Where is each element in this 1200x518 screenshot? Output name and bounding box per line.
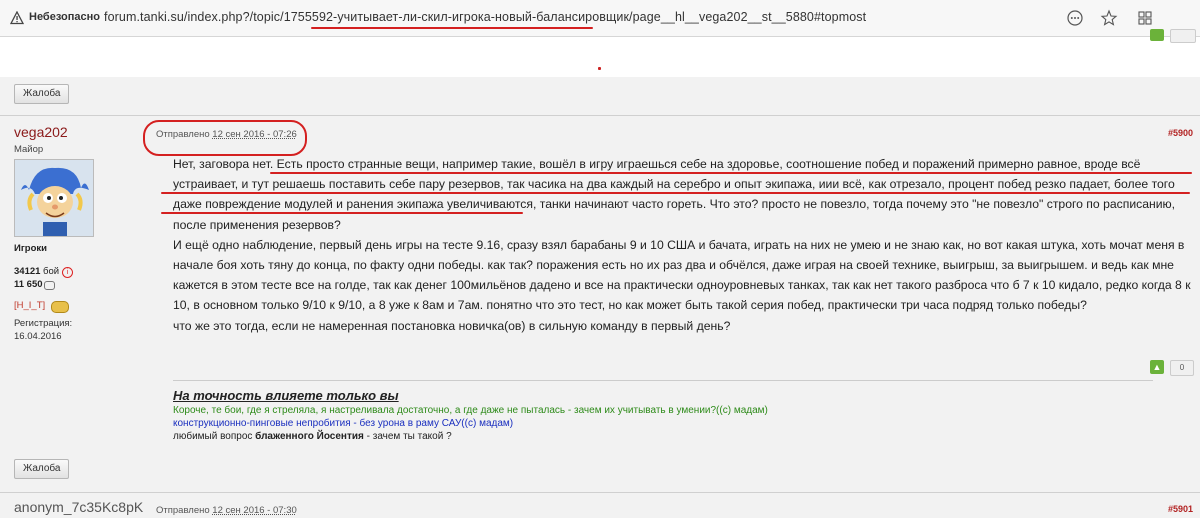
clan-logo-icon[interactable]	[51, 301, 69, 313]
info-icon[interactable]: i	[62, 267, 73, 278]
warning-icon[interactable]	[9, 10, 25, 25]
upvote-button[interactable]: ▲	[1150, 360, 1164, 374]
signature-line: конструкционно-пинговые непробития - без…	[173, 418, 514, 429]
report-button[interactable]: Жалоба	[14, 84, 70, 104]
battle-count: 34121 бой	[14, 266, 60, 277]
post-date[interactable]: 12 сен 2016 - 07:26	[212, 129, 296, 140]
post-number[interactable]: #5901	[1168, 504, 1193, 514]
message-count: 11 650	[14, 279, 43, 290]
signature-line: Короче, те бои, где я стреляла, я настре…	[173, 405, 768, 416]
post-author[interactable]: anonym_7c35Kc8pK	[14, 499, 143, 515]
post-paragraph: что же это тогда, если не намеренная пос…	[173, 318, 731, 333]
report-button[interactable]: Жалоба	[14, 459, 70, 479]
forum-page: Жалоба vega202 Майор Игроки 34121 бой i …	[0, 29, 1200, 518]
vote-count-badge	[1170, 29, 1196, 43]
author-group: Игроки	[14, 243, 47, 254]
signature-line: любимый вопрос блаженного Йосентия - зач…	[173, 431, 452, 442]
upvote-button[interactable]	[1150, 29, 1164, 41]
signature-title: На точность влияете только вы	[173, 388, 399, 403]
annotation-dot	[598, 67, 601, 70]
post-meta: Отправлено 12 сен 2016 - 07:30	[156, 505, 297, 516]
annotation-underline	[161, 212, 523, 214]
address-bar: Небезопасно forum.tanki.su/index.php?/to…	[0, 0, 1200, 37]
registration-label: Регистрация:	[14, 318, 73, 329]
registration-date: 16.04.2016	[14, 331, 62, 342]
annotation-underline	[161, 192, 1190, 194]
post-paragraph: И ещё одно наблюдение, первый день игры …	[173, 237, 1191, 313]
signature-divider	[173, 380, 1153, 381]
star-icon[interactable]	[1100, 9, 1118, 27]
annotation-underline	[270, 172, 1192, 174]
security-label[interactable]: Небезопасно	[29, 11, 100, 23]
post-meta: Отправлено 12 сен 2016 - 07:26	[156, 129, 297, 140]
post-date[interactable]: 12 сен 2016 - 07:30	[212, 505, 296, 516]
clan-tag[interactable]: [H_I_T]	[14, 300, 45, 311]
post-number[interactable]: #5900	[1168, 128, 1193, 138]
comment-bubble-icon	[44, 281, 55, 290]
ellipsis-icon[interactable]	[1066, 9, 1084, 27]
post-body: Нет, заговора нет. Есть просто странные …	[173, 154, 1198, 336]
previous-post-tail	[0, 37, 1200, 77]
annotation-underline	[311, 27, 593, 29]
author-rank: Майор	[14, 144, 44, 155]
vote-count: 0	[1170, 360, 1194, 376]
post-paragraph: Нет, заговора нет. Есть просто странные …	[173, 157, 1176, 232]
post-divider	[0, 115, 1200, 116]
post-divider	[0, 492, 1200, 493]
post-author[interactable]: vega202	[14, 124, 68, 140]
url-field[interactable]: forum.tanki.su/index.php?/topic/1755592-…	[104, 10, 866, 24]
extensions-icon[interactable]	[1136, 9, 1154, 27]
avatar[interactable]	[14, 159, 94, 237]
